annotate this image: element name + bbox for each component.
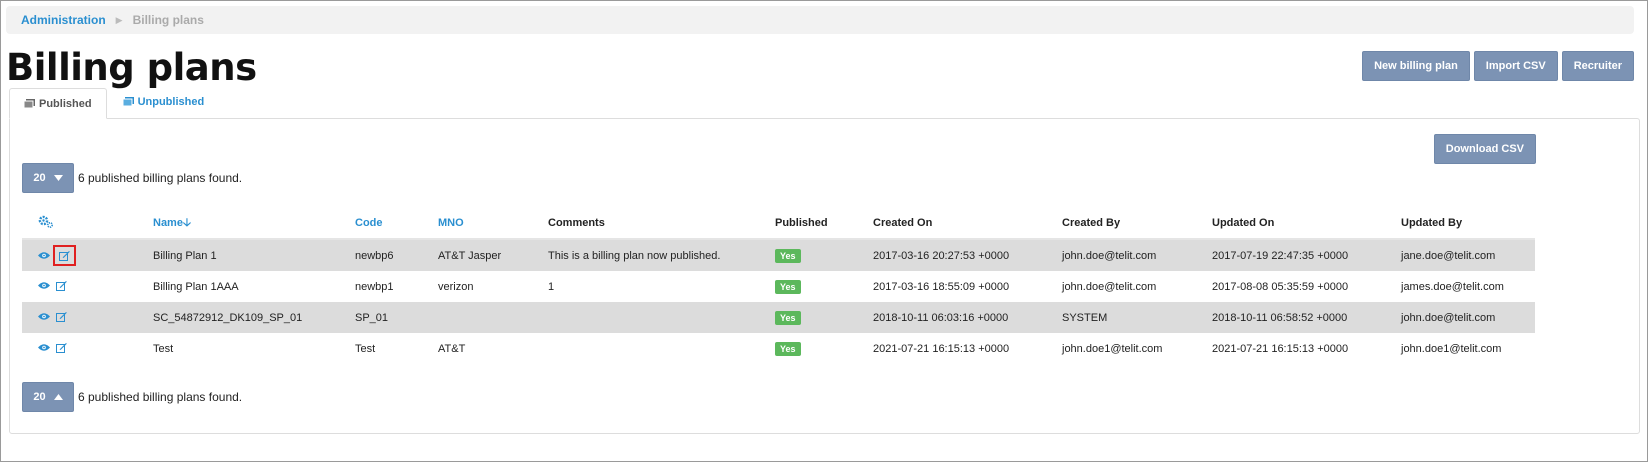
cell-created-on: 2017-03-16 20:27:53 +0000 [873, 239, 1062, 271]
cell-created-on: 2021-07-21 16:15:13 +0000 [873, 342, 1010, 355]
results-summary: 6 published billing plans found. [78, 390, 243, 404]
cell-code: SP_01 [355, 302, 438, 333]
tab-published-label: Published [39, 97, 92, 110]
published-badge: Yes [775, 310, 801, 325]
eye-icon[interactable] [38, 251, 50, 260]
table-row[interactable]: SC_54872912_DK109_SP_01 SP_01 Yes 2018-1… [22, 302, 1535, 333]
column-settings[interactable] [22, 208, 153, 240]
published-badge: Yes [775, 341, 801, 356]
column-code[interactable]: Code [355, 208, 438, 240]
page-title: Billing plans [6, 46, 257, 89]
top-actions: New billing plan Import CSV Recruiter [1362, 51, 1634, 81]
cell-mno: AT&T Jasper [438, 239, 548, 271]
column-created-on: Created On [873, 208, 1062, 240]
breadcrumb-administration-link[interactable]: Administration [21, 13, 106, 27]
cell-created-on: 2017-03-16 18:55:09 +0000 [873, 280, 1010, 293]
cell-created-by: john.doe@telit.com [1062, 239, 1212, 271]
cell-code: Test [355, 342, 376, 355]
cell-name: Billing Plan 1 [153, 239, 355, 271]
edit-icon[interactable] [56, 311, 67, 322]
breadcrumb: Administration ▶ Billing plans [6, 6, 1634, 34]
cell-created-on: 2018-10-11 06:03:16 +0000 [873, 302, 1062, 333]
row-actions [22, 311, 67, 322]
table-header-row: Name🡣 Code MNO Comments Published Create… [22, 208, 1535, 240]
cell-updated-by: james.doe@telit.com [1401, 280, 1504, 293]
table-row[interactable]: Billing Plan 1 newbp6 AT&T Jasper This i… [22, 239, 1535, 271]
results-summary: 6 published billing plans found. [78, 171, 243, 185]
edit-icon[interactable] [56, 342, 67, 353]
edit-icon[interactable] [53, 244, 76, 266]
download-csv-button[interactable]: Download CSV [1433, 134, 1536, 164]
cell-mno: verizon [438, 280, 474, 293]
cell-created-by: john.doe@telit.com [1062, 280, 1157, 293]
column-created-by: Created By [1062, 208, 1212, 240]
column-name-label: Name [153, 216, 183, 229]
column-updated-on: Updated On [1212, 208, 1401, 240]
page-size-dropup[interactable]: 20 [22, 382, 74, 412]
tab-unpublished-label: Unpublished [137, 96, 205, 108]
column-published: Published [775, 208, 873, 240]
cell-updated-by: john.doe@telit.com [1401, 302, 1535, 333]
cell-comments: This is a billing plan now published. [548, 239, 775, 271]
tab-unpublished[interactable]: Unpublished [109, 88, 219, 116]
cogs-icon[interactable] [22, 215, 54, 228]
published-badge: Yes [775, 279, 801, 294]
cell-updated-by: jane.doe@telit.com [1401, 239, 1535, 271]
cell-updated-on: 2018-10-11 06:58:52 +0000 [1212, 302, 1401, 333]
billing-plans-table: Name🡣 Code MNO Comments Published Create… [22, 208, 1535, 364]
breadcrumb-separator-icon: ▶ [115, 14, 123, 25]
row-actions [22, 342, 67, 353]
cell-created-by: john.doe1@telit.com [1062, 342, 1163, 355]
cell-mno: AT&T [438, 342, 466, 355]
caret-down-icon [53, 172, 63, 184]
cell-comments [548, 302, 775, 333]
cell-published: Yes [775, 239, 873, 271]
cell-name: Billing Plan 1AAA [153, 280, 239, 293]
cell-code: newbp1 [355, 280, 394, 293]
cell-updated-on: 2017-07-19 22:47:35 +0000 [1212, 239, 1401, 271]
copy-icon [122, 97, 134, 107]
cell-published: Yes [775, 302, 873, 333]
pager-bottom: 20 6 published billing plans found. [22, 382, 242, 412]
new-billing-plan-button[interactable]: New billing plan [1362, 51, 1470, 81]
import-csv-button[interactable]: Import CSV [1473, 51, 1558, 81]
page-size-dropdown[interactable]: 20 [22, 163, 74, 193]
column-updated-by: Updated By [1401, 208, 1535, 240]
copy-icon [24, 98, 35, 109]
table-row[interactable]: Billing Plan 1AAA newbp1 verizon 1 Yes 2… [22, 271, 1535, 302]
recruiter-button[interactable]: Recruiter [1561, 51, 1634, 81]
caret-up-icon [53, 391, 63, 403]
tab-published[interactable]: Published [9, 88, 107, 119]
eye-icon[interactable] [38, 343, 50, 352]
cell-published: Yes [775, 271, 873, 302]
cell-updated-on: 2017-08-08 05:35:59 +0000 [1212, 280, 1349, 293]
cell-comments: 1 [548, 280, 555, 293]
eye-icon[interactable] [38, 281, 50, 290]
cell-created-by: SYSTEM [1062, 302, 1212, 333]
column-comments: Comments [548, 208, 775, 240]
row-actions [22, 244, 76, 266]
cell-name: SC_54872912_DK109_SP_01 [153, 302, 355, 333]
breadcrumb-current: Billing plans [132, 13, 204, 27]
column-mno[interactable]: MNO [438, 208, 548, 240]
published-badge: Yes [775, 248, 801, 263]
column-name[interactable]: Name🡣 [153, 208, 355, 240]
tab-bar: Published Unpublished [9, 88, 218, 119]
sort-arrow-down-icon: 🡣 [182, 216, 191, 229]
cell-name: Test [153, 342, 174, 355]
cell-published: Yes [775, 333, 873, 364]
page-size-value: 20 [33, 391, 46, 403]
cell-updated-by: john.doe1@telit.com [1401, 342, 1502, 355]
cell-code: newbp6 [355, 239, 438, 271]
eye-icon[interactable] [38, 312, 50, 321]
pager-top: 20 6 published billing plans found. [22, 163, 242, 193]
page-size-value: 20 [33, 172, 46, 184]
cell-comments [548, 333, 775, 364]
cell-updated-on: 2021-07-21 16:15:13 +0000 [1212, 342, 1349, 355]
cell-mno [438, 302, 548, 333]
row-actions [22, 280, 67, 291]
edit-icon[interactable] [56, 280, 67, 291]
table-row[interactable]: Test Test AT&T Yes 2021-07-21 16:15:13 +… [22, 333, 1535, 364]
